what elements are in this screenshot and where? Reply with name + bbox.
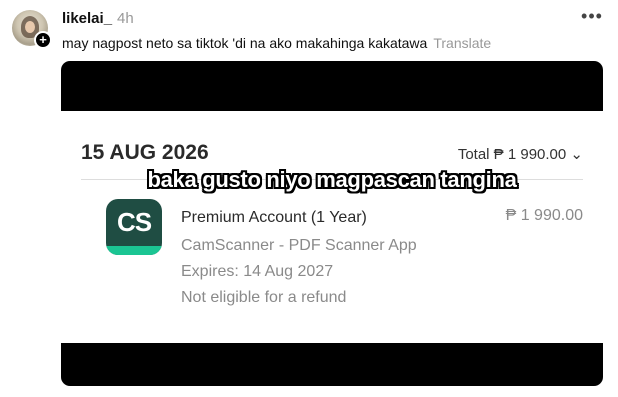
- caption-text: may nagpost neto sa tiktok 'di na ako ma…: [62, 35, 428, 51]
- receipt-expiry: Expires: 14 Aug 2027: [181, 263, 334, 280]
- tiktok-overlay-caption: baka gusto niyo magpascan tangina: [147, 167, 517, 192]
- receipt-total: Total ₱ 1 990.00 ⌄: [458, 145, 583, 163]
- more-options-icon[interactable]: •••: [580, 6, 604, 26]
- receipt-app-name: CamScanner - PDF Scanner App: [181, 237, 417, 254]
- post-timestamp: 4h: [117, 10, 134, 27]
- chevron-down-icon: ⌄: [570, 146, 583, 163]
- follow-plus-icon[interactable]: +: [34, 31, 52, 49]
- receipt-price: ₱ 1 990.00: [505, 207, 583, 224]
- post-caption: may nagpost neto sa tiktok 'di na ako ma…: [62, 35, 491, 51]
- receipt-total-text: Total ₱ 1 990.00: [457, 146, 567, 163]
- username[interactable]: likelai_: [62, 10, 112, 27]
- threads-post: + likelai_ 4h ••• may nagpost neto sa ti…: [0, 0, 618, 397]
- app-icon-letters: CS: [116, 207, 152, 237]
- receipt-product: Premium Account (1 Year): [181, 209, 367, 226]
- avatar-face: [25, 21, 35, 33]
- receipt-refund-note: Not eligible for a refund: [181, 289, 347, 306]
- camscanner-app-icon: CS: [106, 199, 162, 255]
- receipt-screenshot: 15 AUG 2026 Total ₱ 1 990.00 ⌄ CS Premiu…: [61, 111, 603, 343]
- post-media[interactable]: 15 AUG 2026 Total ₱ 1 990.00 ⌄ CS Premiu…: [61, 61, 603, 386]
- app-icon-stripe: [106, 246, 162, 255]
- receipt-date: 15 AUG 2026: [81, 141, 209, 164]
- translate-link[interactable]: Translate: [433, 35, 491, 51]
